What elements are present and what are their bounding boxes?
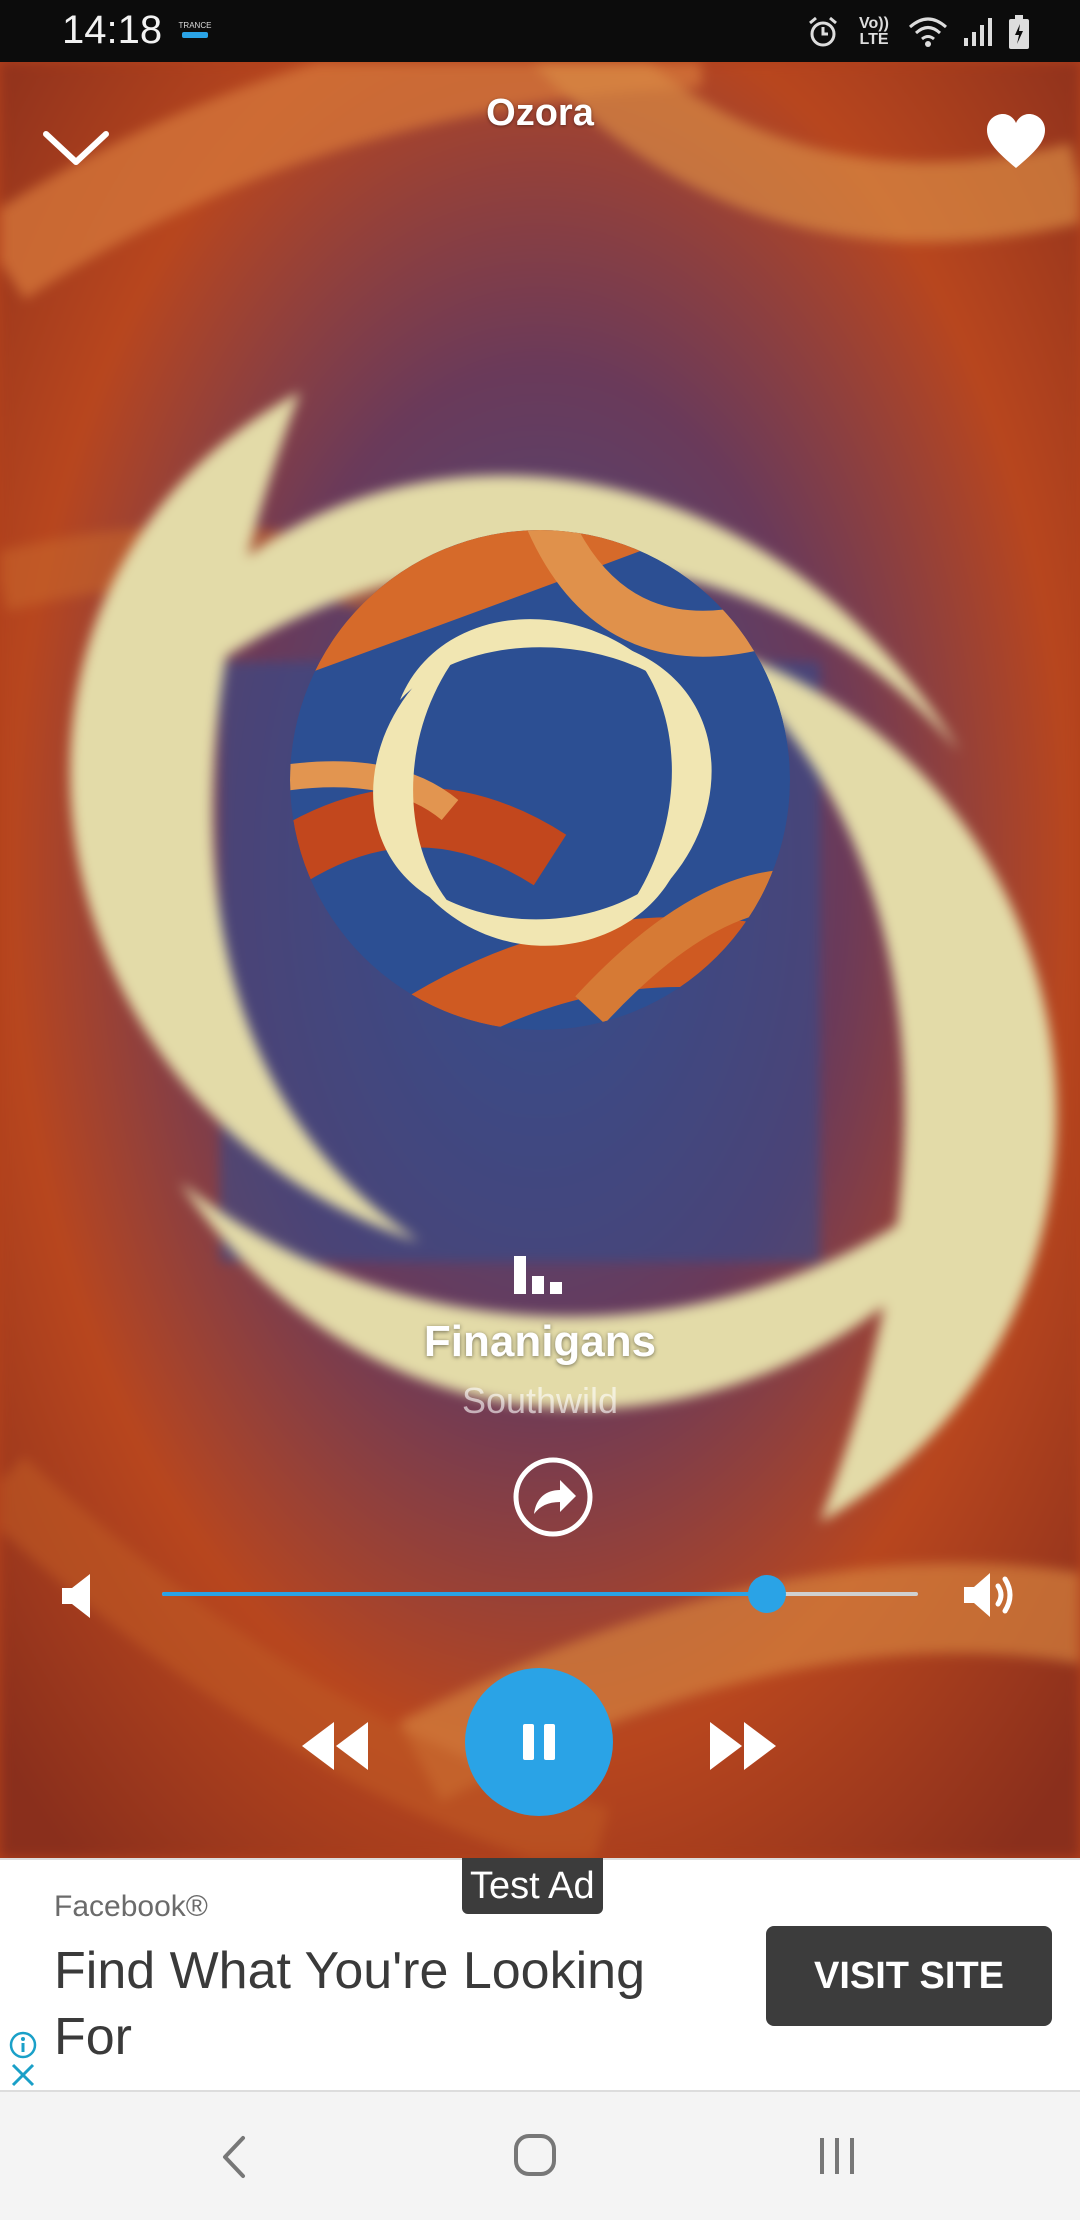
volume-max-button[interactable] — [962, 1568, 1022, 1622]
volume-high-icon — [964, 1573, 1013, 1617]
nav-back-button[interactable] — [215, 2132, 255, 2182]
pause-button[interactable] — [465, 1668, 613, 1816]
equalizer-icon — [512, 1254, 568, 1296]
station-title: Ozora — [486, 92, 594, 134]
player-screen: Ozora Finanigans Southwild — [0, 62, 1080, 1858]
rewind-button[interactable] — [300, 1716, 370, 1776]
test-ad-label: Test Ad — [462, 1858, 603, 1914]
app-notification-label: TRANCE — [178, 21, 212, 30]
alarm-icon — [809, 16, 837, 47]
status-bar: 14:18 TRANCE Vo)) LTE — [0, 0, 1080, 62]
volume-slider-thumb[interactable] — [747, 1575, 786, 1613]
volume-mute-button[interactable] — [60, 1570, 96, 1622]
volume-low-icon — [62, 1574, 90, 1618]
share-button[interactable] — [512, 1456, 594, 1538]
visit-site-button[interactable]: VISIT SITE — [766, 1926, 1052, 2026]
collapse-button[interactable] — [40, 124, 112, 172]
volume-slider-fill — [162, 1592, 767, 1596]
home-icon — [514, 2134, 556, 2176]
info-icon — [9, 2031, 37, 2059]
status-time: 14:18 — [62, 8, 163, 52]
song-title: Finanigans — [423, 1317, 657, 1366]
chevron-down-icon — [43, 131, 109, 165]
fast-forward-button[interactable] — [708, 1716, 778, 1776]
song-artist: Southwild — [461, 1380, 619, 1421]
ad-info-button[interactable] — [8, 2030, 38, 2060]
ad-headline[interactable]: Find What You're Looking For — [54, 1938, 694, 2070]
album-art — [290, 530, 790, 1030]
battery-icon — [1009, 15, 1029, 49]
app-notification-icon: TRANCE — [176, 22, 214, 40]
volte-icon: Vo)) LTE — [859, 15, 889, 48]
signal-icon — [964, 18, 992, 46]
status-icons: Vo)) LTE — [806, 10, 1030, 54]
ad-banner[interactable]: Test Ad Facebook® Find What You're Looki… — [0, 1858, 1080, 2092]
ad-advertiser: Facebook® — [54, 1890, 208, 1923]
favorite-button[interactable] — [985, 112, 1047, 174]
system-nav-bar — [0, 2092, 1080, 2220]
close-icon — [11, 2063, 35, 2087]
nav-recents-button[interactable] — [814, 2134, 860, 2178]
ad-close-button[interactable] — [8, 2060, 38, 2090]
wifi-icon — [909, 17, 947, 47]
back-icon — [223, 2136, 245, 2178]
recents-icon — [820, 2138, 854, 2174]
volume-slider[interactable] — [162, 1575, 918, 1613]
pause-icon — [523, 1724, 555, 1760]
share-icon — [513, 1457, 593, 1537]
rewind-icon — [302, 1722, 368, 1770]
nav-home-button[interactable] — [512, 2132, 558, 2178]
heart-icon — [987, 114, 1045, 168]
fast-forward-icon — [710, 1722, 776, 1770]
